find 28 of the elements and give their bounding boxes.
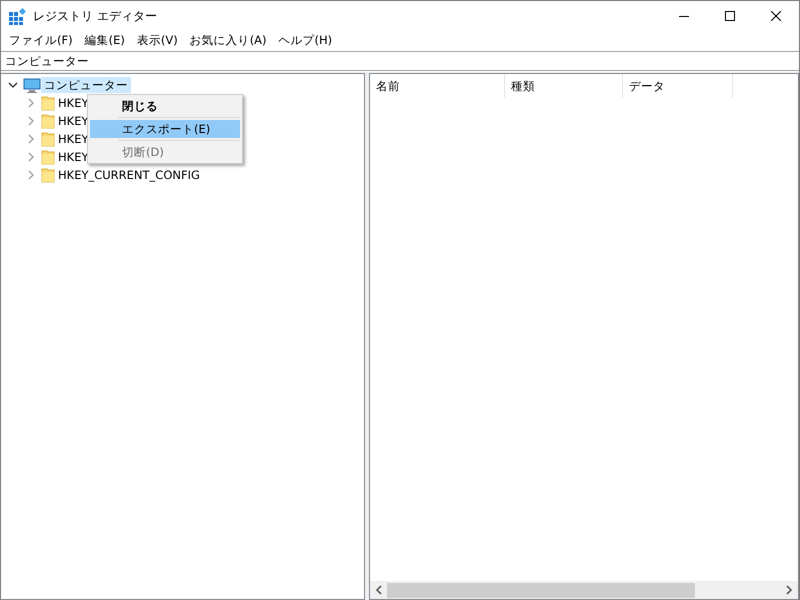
menu-item[interactable]: ファイル(F): [3, 33, 79, 48]
window-title: レジストリ エディター: [33, 8, 158, 24]
tree-item[interactable]: コンピューター: [41, 77, 131, 93]
folder-icon: [41, 95, 55, 111]
folder-icon: [41, 113, 55, 129]
column-header[interactable]: データ: [623, 74, 733, 98]
menu-item[interactable]: ヘルプ(H): [272, 33, 338, 48]
maximize-icon: [725, 11, 735, 21]
tree-item[interactable]: HKEY: [55, 131, 92, 147]
column-header[interactable]: 名前: [370, 74, 505, 98]
menu-item[interactable]: 閉じる: [90, 97, 240, 115]
folder-icon: [41, 131, 55, 147]
folder-icon: [41, 149, 55, 165]
tree-item[interactable]: HKEY: [55, 95, 92, 111]
computer-icon: [23, 78, 41, 92]
tree-item[interactable]: HKEY: [55, 149, 92, 165]
menu-item[interactable]: 表示(V): [130, 33, 184, 48]
folder-icon: [41, 167, 55, 183]
menu-item[interactable]: 編集(E): [78, 33, 131, 48]
menu-item[interactable]: エクスポート(E): [90, 120, 240, 138]
tree-item[interactable]: HKEY: [55, 113, 92, 129]
address-field[interactable]: コンピューター: [1, 51, 799, 71]
column-header[interactable]: 種類: [505, 74, 623, 98]
app-icon: [9, 8, 26, 24]
horizontal-scrollbar[interactable]: [370, 581, 798, 599]
tree-item[interactable]: HKEY_CURRENT_CONFIG: [55, 167, 203, 183]
close-icon: [771, 11, 781, 21]
menu-item[interactable]: お気に入り(A): [184, 33, 273, 48]
